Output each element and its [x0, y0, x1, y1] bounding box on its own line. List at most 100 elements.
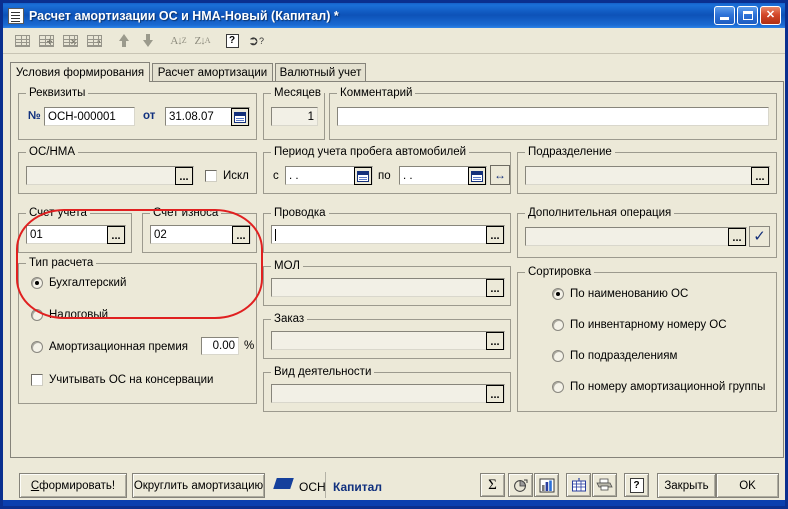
sort-ascending-icon[interactable]: A↓ Z [167, 31, 189, 51]
os-nma-browse-button[interactable]: ... [175, 167, 193, 185]
close-action-button[interactable]: Закрыть [657, 473, 716, 498]
sum-icon[interactable]: Σ [480, 473, 505, 497]
os-nma-input[interactable] [26, 166, 194, 185]
posting-input[interactable] [271, 225, 505, 244]
radio-indicator [552, 350, 564, 362]
radio-calc-type-accounting[interactable]: Бухгалтерский [31, 277, 126, 289]
calendar-icon[interactable] [231, 108, 249, 126]
radio-calc-type-premium[interactable]: Амортизационная премия [31, 341, 188, 353]
spreadsheet-icon[interactable] [566, 473, 591, 497]
bar-chart-icon[interactable] [534, 473, 559, 497]
radio-indicator [552, 381, 564, 393]
checkbox-label: Учитывать ОС на консервации [49, 374, 214, 386]
toolbar: + × ▪ A↓ Z Z↓ A ? ➲? [3, 28, 785, 54]
radio-sort-by-inventory-number[interactable]: По инвентарному номеру ОС [552, 319, 727, 331]
radio-label: По номеру амортизационной группы [570, 381, 766, 393]
radio-indicator [31, 277, 43, 289]
radio-indicator [31, 341, 43, 353]
maximize-button[interactable] [737, 6, 758, 25]
osn-label: ОСН [299, 480, 326, 494]
division-input[interactable] [525, 166, 770, 185]
division-group: Подразделение ... [517, 146, 777, 194]
title-bar: Расчет амортизации ОС и НМА-Новый (Капит… [3, 3, 785, 28]
extra-operation-input[interactable] [525, 227, 747, 246]
table-copy-icon[interactable]: ▪ [83, 31, 105, 51]
activity-kind-input[interactable] [271, 384, 505, 403]
calendar-icon[interactable] [354, 167, 372, 185]
posting-browse-button[interactable]: ... [486, 226, 504, 244]
activity-kind-caption: Вид деятельности [271, 366, 375, 378]
period-from-label: с [273, 170, 279, 182]
months-input[interactable]: 1 [271, 107, 318, 126]
table-delete-icon[interactable]: × [59, 31, 81, 51]
radio-label: Бухгалтерский [49, 277, 127, 289]
mileage-period-group: Период учета пробега автомобилей с . . п… [263, 146, 511, 194]
close-button[interactable]: ✕ [760, 6, 781, 25]
print-icon[interactable] [592, 473, 617, 497]
checkbox-conservation[interactable]: Учитывать ОС на консервации [31, 374, 213, 386]
activity-kind-browse-button[interactable]: ... [486, 385, 504, 403]
mileage-period-caption: Период учета пробега автомобилей [271, 146, 470, 158]
exclude-checkbox[interactable]: Искл [205, 170, 249, 182]
mol-input[interactable] [271, 278, 505, 297]
ok-button[interactable]: OK [716, 473, 779, 498]
order-browse-button[interactable]: ... [486, 332, 504, 350]
move-up-icon[interactable] [113, 31, 135, 51]
comment-input[interactable] [337, 107, 769, 126]
mol-caption: МОЛ [271, 260, 303, 272]
order-input[interactable] [271, 331, 505, 350]
radio-calc-type-tax[interactable]: Налоговый [31, 309, 108, 321]
calendar-icon[interactable] [468, 167, 486, 185]
generate-button[interactable]: Сформировать! [19, 473, 127, 498]
help-glyph: ? [629, 477, 644, 493]
help-icon[interactable]: ? [624, 473, 649, 497]
pie-chart-icon[interactable] [508, 473, 533, 497]
extra-operation-confirm-button[interactable]: ✓ [749, 226, 770, 247]
spreadsheet-glyph [571, 477, 586, 491]
calc-type-caption: Тип расчета [26, 257, 97, 269]
extra-operation-caption: Дополнительная операция [525, 207, 675, 219]
requisites-group: Реквизиты № ОСН-000001 от 31.08.07 [18, 87, 257, 140]
tab-currency-accounting[interactable]: Валютный учет [275, 63, 366, 82]
sort-descending-icon[interactable]: Z↓ A [191, 31, 213, 51]
document-number-input[interactable]: ОСН-000001 [44, 107, 135, 126]
tab-depreciation-calc[interactable]: Расчет амортизации [152, 63, 273, 82]
checkbox-box [205, 170, 217, 182]
radio-indicator [552, 288, 564, 300]
account-wear-caption: Счет износа [150, 207, 222, 219]
mol-browse-button[interactable]: ... [486, 279, 504, 297]
radio-sort-by-name[interactable]: По наименованию ОС [552, 288, 688, 300]
help-icon[interactable]: ? [221, 31, 243, 51]
radio-sort-by-depreciation-group[interactable]: По номеру амортизационной группы [552, 381, 765, 393]
account-registration-caption: Счет учета [26, 207, 90, 219]
move-down-icon[interactable] [137, 31, 159, 51]
table-icon[interactable] [11, 31, 33, 51]
minimize-button[interactable] [714, 6, 735, 25]
tab-conditions[interactable]: Условия формирования [10, 62, 150, 82]
generate-button-label: Сформировать! [30, 479, 116, 492]
sorting-caption: Сортировка [525, 266, 595, 278]
round-depreciation-button[interactable]: Округлить амортизацию [132, 473, 265, 498]
tab-label: Валютный учет [279, 67, 362, 79]
account-wear-browse-button[interactable]: ... [232, 226, 250, 244]
tab-page-conditions: Реквизиты № ОСН-000001 от 31.08.07 Месяц… [10, 81, 784, 458]
sorting-group: Сортировка По наименованию ОС По инвента… [517, 266, 777, 412]
period-expand-button[interactable]: ↔ [490, 165, 510, 185]
months-group: Месяцев 1 [263, 87, 325, 140]
window-frame: Расчет амортизации ОС и НМА-Новый (Капит… [0, 0, 788, 509]
division-browse-button[interactable]: ... [751, 167, 769, 185]
comment-group: Комментарий [329, 87, 777, 140]
account-registration-browse-button[interactable]: ... [107, 226, 125, 244]
order-caption: Заказ [271, 313, 308, 325]
capital-label: Капитал [333, 480, 382, 494]
premium-percent-input[interactable]: 0.00 [201, 337, 239, 355]
pie-chart-glyph [513, 479, 527, 492]
period-to-label: по [378, 170, 391, 182]
radio-sort-by-division[interactable]: По подразделениям [552, 350, 677, 362]
os-nma-group: ОС/НМА ... Искл [18, 146, 257, 194]
context-help-icon[interactable]: ➲? [245, 31, 267, 51]
activity-kind-group: Вид деятельности ... [263, 366, 511, 412]
table-add-icon[interactable]: + [35, 31, 57, 51]
window-title: Расчет амортизации ОС и НМА-Новый (Капит… [29, 8, 339, 23]
extra-operation-browse-button[interactable]: ... [728, 228, 746, 246]
